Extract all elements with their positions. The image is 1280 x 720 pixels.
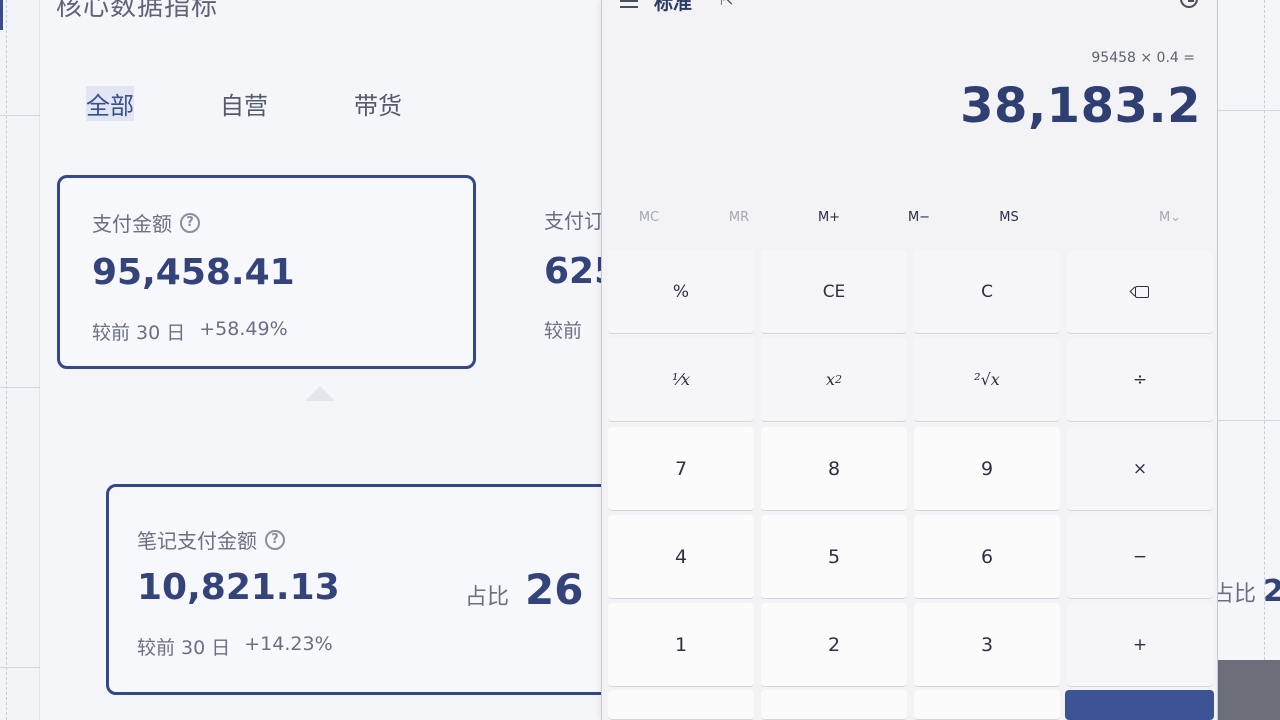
strip-divider <box>1218 420 1280 421</box>
digit-7-button[interactable]: 7 <box>608 427 754 511</box>
payment-amount-card[interactable]: 支付金额 ? 95,458.41 较前 30 日 +58.49% <box>57 175 476 369</box>
note-payment-label: 笔记支付金额 <box>137 529 257 553</box>
clear-button[interactable]: C <box>914 250 1060 334</box>
reciprocal-button[interactable]: ¹⁄x <box>608 338 754 422</box>
backspace-button[interactable] <box>1067 250 1213 334</box>
history-icon[interactable] <box>1180 0 1198 8</box>
multiply-button[interactable]: × <box>1067 427 1213 511</box>
menu-icon[interactable] <box>620 0 638 8</box>
memory-list-button[interactable]: M⌄ <box>1140 210 1200 225</box>
digit-1-button[interactable]: 1 <box>608 603 754 687</box>
help-icon[interactable]: ? <box>265 529 285 550</box>
square-exponent: 2 <box>835 373 843 386</box>
right-strip <box>1218 0 1280 720</box>
equals-button[interactable] <box>1065 690 1214 720</box>
payment-amount-label: 支付金额 <box>92 212 172 236</box>
digit-6-button[interactable]: 6 <box>914 515 1060 599</box>
subtract-button[interactable]: − <box>1067 515 1213 599</box>
rail-marker <box>0 0 3 30</box>
square-base: x <box>825 370 836 389</box>
compare-label: 较前 30 日 <box>92 322 186 344</box>
digit-3-button[interactable]: 3 <box>914 603 1060 687</box>
digit-8-button[interactable]: 8 <box>761 427 907 511</box>
note-payment-card[interactable]: 笔记支付金额 ? 10,821.13 较前 30 日 +14.23% 占比 26 <box>106 484 626 695</box>
digit-2-button[interactable]: 2 <box>761 603 907 687</box>
decimal-button[interactable] <box>914 690 1060 720</box>
memory-subtract-button[interactable]: M− <box>889 210 949 225</box>
note-payment-compare: 较前 30 日 +14.23% <box>137 633 333 660</box>
square-root-button[interactable]: ²√x <box>914 338 1060 422</box>
payment-amount-compare: 较前 30 日 +58.49% <box>92 318 288 345</box>
digit-9-button[interactable]: 9 <box>914 427 1060 511</box>
rail-divider <box>0 667 40 668</box>
note-payment-label-row: 笔记支付金额 ? <box>137 525 285 554</box>
square-button[interactable]: x2 <box>761 338 907 422</box>
note-payment-value: 10,821.13 <box>137 567 340 608</box>
memory-clear-button[interactable]: MC <box>619 210 679 225</box>
right-ratio: 占比 2 <box>1212 574 1280 609</box>
ratio-label: 占比 <box>465 585 510 610</box>
rail-divider <box>6 0 7 720</box>
compare-value: +14.23% <box>244 633 333 655</box>
filter-tabs: 全部 自营 带货 <box>86 86 402 121</box>
ratio-value: 2 <box>1263 574 1280 609</box>
digit-4-button[interactable]: 4 <box>608 515 754 599</box>
rail-divider <box>0 387 40 388</box>
tab-self-operated[interactable]: 自营 <box>220 86 268 121</box>
payment-amount-label-row: 支付金额 ? <box>92 208 200 237</box>
negate-button[interactable] <box>608 690 754 720</box>
digit-5-button[interactable]: 5 <box>761 515 907 599</box>
clear-entry-button[interactable]: CE <box>761 250 907 334</box>
mode-title: 标准 <box>654 0 693 14</box>
left-rail <box>0 0 40 720</box>
strip-divider <box>1264 0 1265 720</box>
memory-add-button[interactable]: M+ <box>799 210 859 225</box>
calculator-header: 标准 ⇱ <box>602 0 1219 18</box>
strip-divider <box>1218 110 1280 111</box>
card-pointer <box>305 386 335 401</box>
digit-0-button[interactable] <box>761 690 907 720</box>
keep-on-top-icon[interactable]: ⇱ <box>720 0 733 9</box>
payment-orders-compare: 较前 <box>544 320 583 342</box>
memory-recall-button[interactable]: MR <box>709 210 769 225</box>
backspace-icon <box>1131 285 1149 298</box>
percent-button[interactable]: % <box>608 250 754 334</box>
rail-divider <box>0 115 40 116</box>
page-title: 核心数据指标 <box>56 0 219 22</box>
tab-live-selling[interactable]: 带货 <box>354 86 402 121</box>
calculator-result: 38,183.2 <box>960 78 1201 134</box>
help-icon[interactable]: ? <box>180 212 200 233</box>
memory-store-button[interactable]: MS <box>979 210 1039 225</box>
dark-panel <box>1218 660 1280 720</box>
compare-label: 较前 30 日 <box>137 637 231 659</box>
divide-button[interactable]: ÷ <box>1067 338 1213 422</box>
calculator-window: 标准 ⇱ 95458 × 0.4 = 38,183.2 MC MR M+ M− … <box>601 0 1218 720</box>
calculator-expression: 95458 × 0.4 = <box>1091 50 1195 66</box>
ratio-value: 26 <box>525 565 584 614</box>
payment-orders-label: 支付订 <box>544 209 604 233</box>
add-button[interactable]: + <box>1067 603 1213 687</box>
tab-all[interactable]: 全部 <box>86 86 134 121</box>
compare-value: +58.49% <box>199 318 288 340</box>
payment-amount-value: 95,458.41 <box>92 252 295 293</box>
ratio-label: 占比 <box>1212 582 1257 607</box>
memory-row: MC MR M+ M− MS M⌄ <box>602 210 1219 234</box>
